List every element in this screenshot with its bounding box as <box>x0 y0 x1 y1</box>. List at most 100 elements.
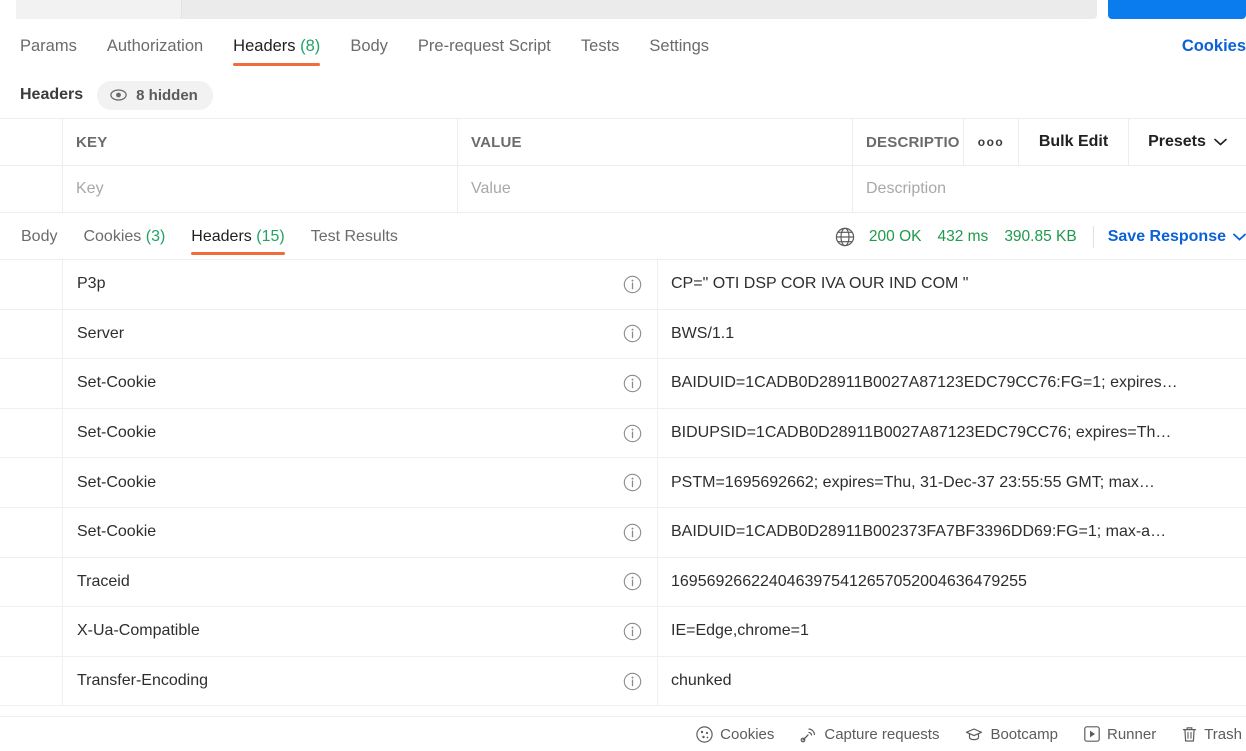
new-header-value-input[interactable]: Value <box>458 166 853 212</box>
response-time[interactable]: 432 ms <box>937 228 988 246</box>
table-row[interactable]: Set-Cookie BAIDUID=1CADB0D28911B0027A8712… <box>0 359 1246 409</box>
request-headers-header-row: KEY VALUE DESCRIPTIO ooo Bulk Edit Prese… <box>0 119 1246 166</box>
response-header-key-cell: Set-Cookie <box>63 458 658 507</box>
response-size[interactable]: 390.85 KB <box>1004 228 1076 246</box>
more-actions-button[interactable]: ooo <box>963 119 1018 165</box>
tab-pre-request-script[interactable]: Pre-request Script <box>418 20 551 72</box>
response-header-value: CP=" OTI DSP COR IVA OUR IND COM " <box>671 275 969 293</box>
table-row[interactable]: P3p CP=" OTI DSP COR IVA OUR IND COM " <box>0 260 1246 310</box>
response-header-key-cell: Set-Cookie <box>63 359 658 408</box>
response-header-value: IE=Edge,chrome=1 <box>671 622 809 640</box>
info-icon[interactable] <box>623 572 642 591</box>
headers-section-title: Headers <box>20 86 84 103</box>
response-header-key: X-Ua-Compatible <box>77 622 200 640</box>
response-tab-cookies-label: Cookies <box>83 227 142 245</box>
save-response-button[interactable]: Save Response <box>1108 228 1246 246</box>
table-row[interactable]: Set-Cookie BIDUPSID=1CADB0D28911B0027A871… <box>0 408 1246 459</box>
info-icon[interactable] <box>623 672 642 691</box>
new-header-key-input[interactable]: Key <box>63 166 458 212</box>
info-icon[interactable] <box>623 324 642 343</box>
tab-body-label: Body <box>350 37 388 55</box>
cookies-link[interactable]: Cookies <box>1182 20 1246 72</box>
response-tab-headers-count: (15) <box>256 227 285 245</box>
request-headers-table: KEY VALUE DESCRIPTIO ooo Bulk Edit Prese… <box>0 118 1246 213</box>
response-header-key: Set-Cookie <box>77 374 157 392</box>
column-header-key: KEY <box>63 119 458 165</box>
table-row[interactable]: Transfer-Encoding chunked <box>0 656 1246 707</box>
table-row[interactable]: Set-Cookie PSTM=1695692662; expires=Thu, … <box>0 458 1246 508</box>
status-capture-requests-button[interactable]: Capture requests <box>800 726 939 743</box>
eye-icon <box>110 89 127 101</box>
request-headers-new-row[interactable]: Key Value Description <box>0 166 1246 213</box>
response-headers-table: P3p CP=" OTI DSP COR IVA OUR IND COM " Ser… <box>0 260 1246 707</box>
meta-divider <box>1092 225 1094 248</box>
row-gutter <box>0 359 63 408</box>
headers-section-bar: Headers 8 hidden <box>0 72 1246 118</box>
new-header-key-placeholder: Key <box>76 180 104 197</box>
table-row[interactable]: Server BWS/1.1 <box>0 309 1246 360</box>
new-header-description-input[interactable]: Description <box>853 166 1246 212</box>
response-header-value: BAIDUID=1CADB0D28911B0027A87123EDC79CC76… <box>671 374 1178 392</box>
response-header-value-cell: IE=Edge,chrome=1 <box>658 607 1246 656</box>
response-header-value-cell: PSTM=1695692662; expires=Thu, 31-Dec-37 … <box>658 458 1246 507</box>
send-button[interactable] <box>1108 0 1246 19</box>
row-checkbox-cell[interactable] <box>0 166 63 212</box>
status-bootcamp-button[interactable]: Bootcamp <box>965 726 1058 743</box>
row-gutter <box>0 260 63 309</box>
play-icon <box>1084 726 1100 742</box>
tab-headers[interactable]: Headers (8) <box>233 20 321 72</box>
trash-icon <box>1182 726 1197 743</box>
chevron-down-icon <box>1214 133 1227 151</box>
status-runner-label: Runner <box>1107 725 1157 743</box>
column-header-value: VALUE <box>458 119 853 165</box>
active-request-tab[interactable] <box>16 0 182 19</box>
status-trash-button[interactable]: Trash <box>1182 726 1242 743</box>
response-header-key: Traceid <box>77 572 130 590</box>
row-gutter <box>0 408 63 458</box>
tab-authorization-label: Authorization <box>106 37 204 55</box>
response-tab-test-results[interactable]: Test Results <box>311 213 398 260</box>
response-header-value-cell: chunked <box>658 657 1246 706</box>
response-tab-cookies[interactable]: Cookies (3) <box>83 213 165 260</box>
response-header-value: chunked <box>671 672 732 690</box>
bulk-edit-button[interactable]: Bulk Edit <box>1018 119 1128 165</box>
tab-body[interactable]: Body <box>350 20 388 72</box>
response-status[interactable]: 200 OK <box>869 228 922 246</box>
presets-button[interactable]: Presets <box>1128 119 1246 165</box>
presets-label: Presets <box>1148 133 1206 150</box>
hidden-headers-toggle[interactable]: 8 hidden <box>97 80 213 110</box>
status-capture-requests-label: Capture requests <box>824 725 940 743</box>
table-row[interactable]: X-Ua-Compatible IE=Edge,chrome=1 <box>0 607 1246 657</box>
response-header-key: Server <box>77 324 125 342</box>
info-icon[interactable] <box>623 275 642 294</box>
status-runner-button[interactable]: Runner <box>1084 726 1156 743</box>
tab-settings[interactable]: Settings <box>649 20 709 72</box>
response-header-key: Transfer-Encoding <box>77 672 209 690</box>
row-gutter <box>0 656 63 706</box>
save-response-label: Save Response <box>1107 227 1226 245</box>
response-header-key-cell: Traceid <box>63 557 658 607</box>
info-icon[interactable] <box>623 424 642 443</box>
new-header-value-placeholder: Value <box>471 180 511 197</box>
response-header-value-cell: BWS/1.1 <box>658 310 1246 359</box>
table-row[interactable]: Set-Cookie BAIDUID=1CADB0D28911B002373FA7… <box>0 507 1246 558</box>
select-all-checkbox-cell[interactable] <box>0 119 63 165</box>
response-tab-body[interactable]: Body <box>21 213 57 260</box>
tab-tests[interactable]: Tests <box>581 20 620 72</box>
table-row[interactable]: Traceid 169569266224046397541265705200463… <box>0 557 1246 608</box>
row-gutter <box>0 557 63 607</box>
globe-icon[interactable] <box>835 227 869 247</box>
info-icon[interactable] <box>623 523 642 542</box>
info-icon[interactable] <box>623 622 642 641</box>
info-icon[interactable] <box>623 473 642 492</box>
column-header-value-label: VALUE <box>471 133 522 151</box>
graduation-cap-icon <box>965 726 983 742</box>
status-bar: Cookies Capture requests Bootcamp Runner… <box>0 716 1246 751</box>
tab-params[interactable]: Params <box>20 20 77 72</box>
response-header-key-cell: P3p <box>63 260 658 309</box>
tab-authorization[interactable]: Authorization <box>107 20 203 72</box>
status-cookies-button[interactable]: Cookies <box>696 726 774 743</box>
response-tab-headers[interactable]: Headers (15) <box>191 213 286 260</box>
row-gutter <box>0 458 63 507</box>
info-icon[interactable] <box>623 374 642 393</box>
